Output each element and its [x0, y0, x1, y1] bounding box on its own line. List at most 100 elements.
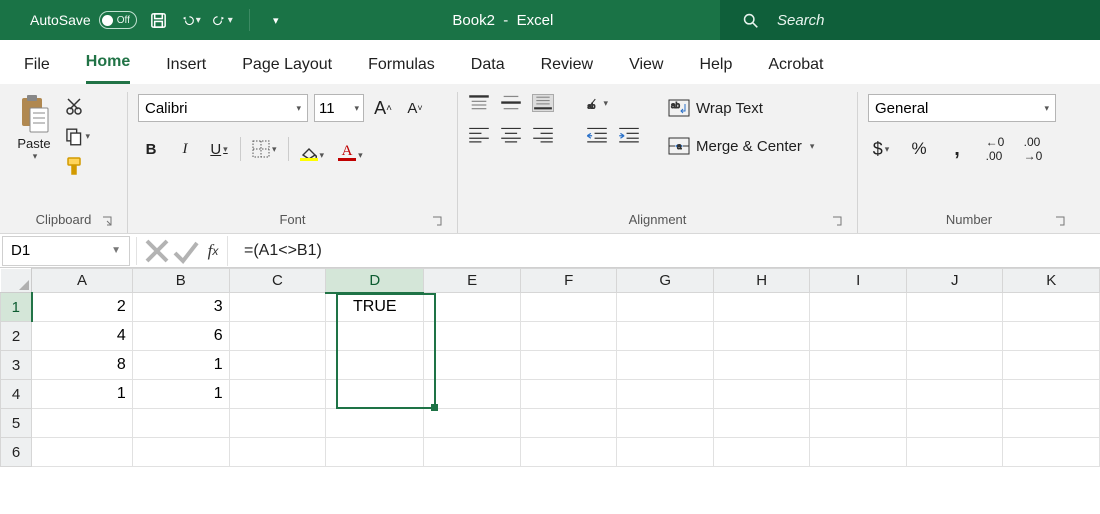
- cell-A3[interactable]: 8: [32, 351, 133, 380]
- cell-B2[interactable]: 6: [132, 322, 229, 351]
- enter-formula-button[interactable]: [171, 237, 199, 265]
- cell-E3[interactable]: [424, 351, 521, 380]
- tab-page-layout[interactable]: Page Layout: [242, 56, 332, 84]
- cell-C4[interactable]: [229, 380, 326, 409]
- font-color-button[interactable]: A ▾: [335, 136, 366, 162]
- cell-C5[interactable]: [229, 409, 326, 438]
- undo-button[interactable]: ▾: [181, 10, 201, 30]
- col-header-A[interactable]: A: [32, 269, 133, 293]
- format-painter-button[interactable]: [64, 156, 90, 176]
- cell-C2[interactable]: [229, 322, 326, 351]
- bold-button[interactable]: B: [138, 136, 164, 162]
- formula-input[interactable]: =(A1<>B1): [227, 236, 1100, 266]
- cell-D1[interactable]: TRUE: [326, 293, 424, 322]
- cell-A2[interactable]: 4: [32, 322, 133, 351]
- cell-G4[interactable]: [617, 380, 714, 409]
- grow-font-button[interactable]: A˄: [370, 95, 396, 121]
- select-all-corner[interactable]: [1, 269, 32, 293]
- cell-J1[interactable]: [906, 293, 1003, 322]
- insert-function-button[interactable]: fx: [199, 237, 227, 265]
- cell-K5[interactable]: [1003, 409, 1100, 438]
- col-header-J[interactable]: J: [906, 269, 1003, 293]
- merge-center-button[interactable]: a Merge & Center ▾: [664, 132, 818, 160]
- clipboard-launcher[interactable]: [101, 215, 115, 229]
- cell-F2[interactable]: [520, 322, 617, 351]
- paste-dropdown[interactable]: ▾: [33, 151, 38, 162]
- cell-C1[interactable]: [229, 293, 326, 322]
- row-header-4[interactable]: 4: [1, 380, 32, 409]
- font-launcher[interactable]: [431, 215, 445, 229]
- cell-F4[interactable]: [520, 380, 617, 409]
- autosave-switch[interactable]: Off: [99, 11, 137, 29]
- col-header-F[interactable]: F: [520, 269, 617, 293]
- row-header-3[interactable]: 3: [1, 351, 32, 380]
- cell-K3[interactable]: [1003, 351, 1100, 380]
- cell-G3[interactable]: [617, 351, 714, 380]
- row-header-1[interactable]: 1: [1, 293, 32, 322]
- cell-H5[interactable]: [713, 409, 810, 438]
- cell-G2[interactable]: [617, 322, 714, 351]
- cell-C3[interactable]: [229, 351, 326, 380]
- align-right-button[interactable]: [532, 126, 554, 144]
- col-header-E[interactable]: E: [424, 269, 521, 293]
- col-header-D[interactable]: D: [326, 269, 424, 293]
- cell-G5[interactable]: [617, 409, 714, 438]
- cell-I1[interactable]: [810, 293, 907, 322]
- align-center-button[interactable]: [500, 126, 522, 144]
- fill-color-button[interactable]: ▾: [297, 136, 328, 162]
- accounting-format-button[interactable]: $▾: [868, 136, 894, 162]
- tab-help[interactable]: Help: [699, 56, 732, 84]
- col-header-B[interactable]: B: [132, 269, 229, 293]
- tab-view[interactable]: View: [629, 56, 663, 84]
- increase-indent-button[interactable]: [618, 126, 640, 144]
- number-format-combo[interactable]: General▾: [868, 94, 1056, 122]
- percent-format-button[interactable]: %: [906, 136, 932, 162]
- font-name-combo[interactable]: Calibri▾: [138, 94, 308, 122]
- cell-C6[interactable]: [229, 438, 326, 467]
- cell-I4[interactable]: [810, 380, 907, 409]
- cell-J3[interactable]: [906, 351, 1003, 380]
- cell-G1[interactable]: [617, 293, 714, 322]
- name-box[interactable]: D1▼: [2, 236, 130, 266]
- paste-button[interactable]: Paste ▾: [10, 94, 58, 162]
- cell-B1[interactable]: 3: [132, 293, 229, 322]
- row-header-5[interactable]: 5: [1, 409, 32, 438]
- cut-button[interactable]: [64, 96, 90, 116]
- qat-customize-button[interactable]: ▾: [266, 10, 286, 30]
- cell-F1[interactable]: [520, 293, 617, 322]
- cell-E4[interactable]: [424, 380, 521, 409]
- autosave-toggle[interactable]: AutoSave Off: [30, 11, 137, 29]
- save-icon[interactable]: [149, 10, 169, 30]
- shrink-font-button[interactable]: A˅: [402, 95, 428, 121]
- align-left-button[interactable]: [468, 126, 490, 144]
- increase-decimal-button[interactable]: ←0.00: [982, 136, 1008, 162]
- alignment-launcher[interactable]: [831, 215, 845, 229]
- cell-H2[interactable]: [713, 322, 810, 351]
- cell-H1[interactable]: [713, 293, 810, 322]
- cell-I2[interactable]: [810, 322, 907, 351]
- cell-F3[interactable]: [520, 351, 617, 380]
- align-middle-button[interactable]: [500, 94, 522, 112]
- col-header-C[interactable]: C: [229, 269, 326, 293]
- cell-D6[interactable]: [326, 438, 424, 467]
- tab-insert[interactable]: Insert: [166, 56, 206, 84]
- worksheet[interactable]: ABCDEFGHIJK123TRUE24638141156: [0, 268, 1100, 467]
- cell-E2[interactable]: [424, 322, 521, 351]
- col-header-G[interactable]: G: [617, 269, 714, 293]
- cell-E5[interactable]: [424, 409, 521, 438]
- cell-B4[interactable]: 1: [132, 380, 229, 409]
- cell-A1[interactable]: 2: [32, 293, 133, 322]
- search-box[interactable]: Search: [720, 0, 1100, 40]
- italic-button[interactable]: I: [172, 136, 198, 162]
- cell-I3[interactable]: [810, 351, 907, 380]
- col-header-K[interactable]: K: [1003, 269, 1100, 293]
- cell-D2[interactable]: [326, 322, 424, 351]
- wrap-text-button[interactable]: ab Wrap Text: [664, 94, 818, 122]
- row-header-6[interactable]: 6: [1, 438, 32, 467]
- cell-K1[interactable]: [1003, 293, 1100, 322]
- decrease-decimal-button[interactable]: .00→0: [1020, 136, 1046, 162]
- cell-J4[interactable]: [906, 380, 1003, 409]
- cancel-formula-button[interactable]: [143, 237, 171, 265]
- cell-E1[interactable]: [424, 293, 521, 322]
- decrease-indent-button[interactable]: [586, 126, 608, 144]
